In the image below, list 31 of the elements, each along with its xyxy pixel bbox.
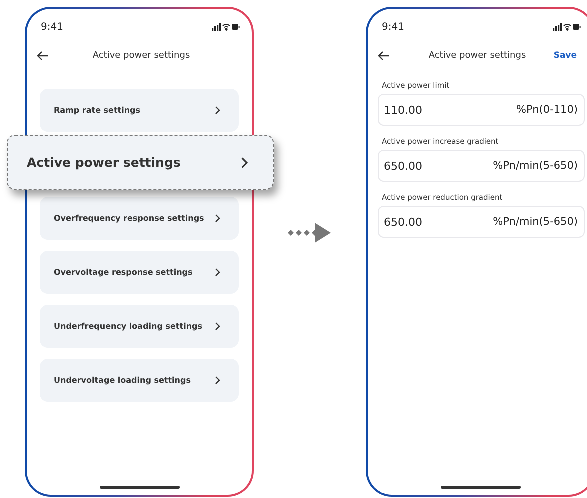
menu-item[interactable]: Undervoltage loading settings bbox=[40, 359, 239, 402]
status-icons bbox=[553, 23, 581, 31]
screen-title: Active power settings bbox=[92, 51, 192, 61]
dotted-arrow-icon bbox=[288, 222, 332, 244]
menu-item[interactable]: Overvoltage response settings bbox=[40, 251, 239, 294]
menu-item[interactable]: Underfrequency loading settings bbox=[40, 305, 239, 348]
save-button[interactable]: Save bbox=[547, 51, 577, 61]
field-value: 650.00 bbox=[384, 160, 422, 172]
status-time: 9:41 bbox=[41, 22, 64, 32]
chevron-right-icon bbox=[215, 322, 221, 331]
status-icons bbox=[212, 23, 240, 31]
back-arrow-icon[interactable] bbox=[37, 51, 49, 61]
menu-item[interactable]: Overfrequency response settings bbox=[40, 197, 239, 240]
input-field[interactable]: 110.00 %Pn(0-110) bbox=[378, 94, 585, 126]
chevron-right-icon bbox=[215, 268, 221, 277]
field-unit: %Pn/min(5-650) bbox=[493, 160, 578, 172]
chevron-right-icon bbox=[215, 106, 221, 115]
status-time: 9:41 bbox=[382, 22, 404, 32]
menu-item[interactable]: Ramp rate settings bbox=[40, 89, 239, 132]
field-value: 110.00 bbox=[384, 104, 422, 116]
field-unit: %Pn(0-110) bbox=[516, 104, 578, 116]
screen-title: Active power settings bbox=[428, 51, 528, 61]
chevron-right-icon bbox=[215, 214, 221, 223]
highlighted-menu-item[interactable]: Active power settings bbox=[7, 135, 274, 190]
chevron-right-icon bbox=[215, 376, 221, 385]
input-field[interactable]: 650.00 %Pn/min(5-650) bbox=[378, 206, 585, 238]
field-unit: %Pn/min(5-650) bbox=[493, 216, 578, 228]
chevron-right-icon bbox=[241, 156, 249, 168]
field-value: 650.00 bbox=[384, 216, 422, 228]
back-arrow-icon[interactable] bbox=[378, 51, 390, 61]
input-field[interactable]: 650.00 %Pn/min(5-650) bbox=[378, 150, 585, 182]
